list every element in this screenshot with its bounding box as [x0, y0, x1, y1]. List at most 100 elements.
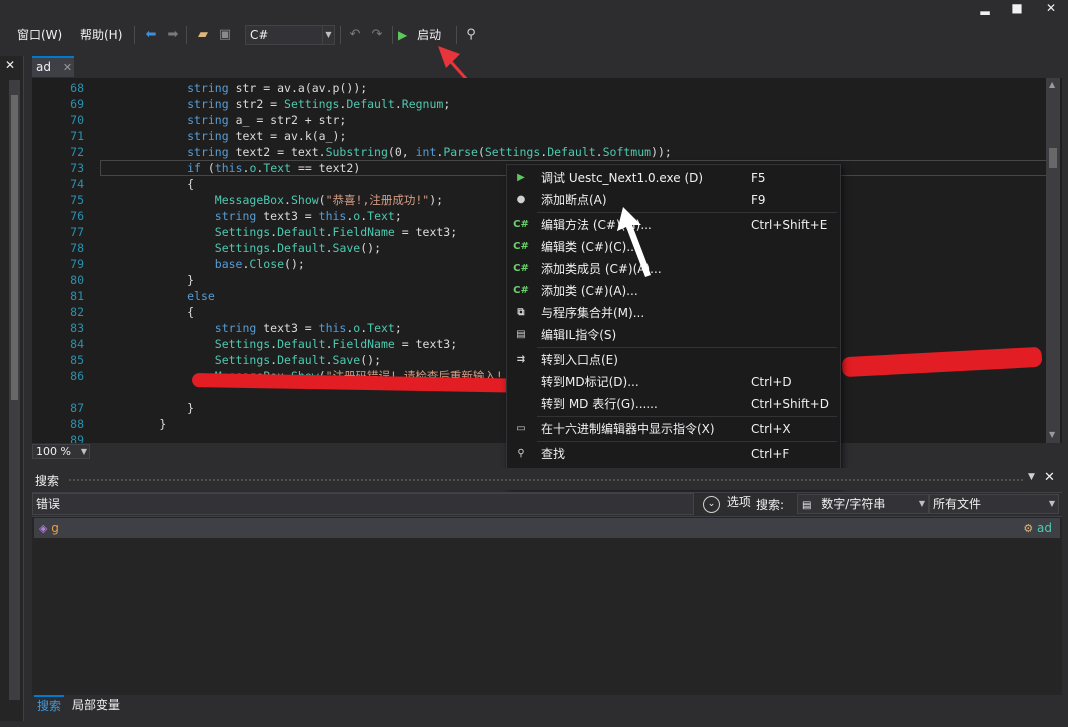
editor-scroll-thumb[interactable]	[1049, 148, 1057, 168]
context-menu-item-label: 添加类 (C#)(A)...	[541, 284, 638, 298]
code-text: base.Close();	[214, 257, 305, 271]
dropdown-icon[interactable]: ▼	[1028, 472, 1035, 482]
result-name: g	[51, 521, 59, 535]
code-line[interactable]: 71 string text = av.k(a_);	[32, 128, 1042, 144]
line-number: 84	[70, 337, 84, 351]
play-icon: ▶	[398, 28, 408, 42]
back-icon[interactable]: ⬅	[142, 26, 160, 44]
search-icon: ⚲	[517, 448, 525, 459]
panel-grip[interactable]	[68, 478, 1023, 483]
code-text: Settings.Default.Save();	[214, 353, 381, 367]
chevron-down-icon: ▼	[80, 447, 87, 456]
code-line[interactable]: 70 string a_ = str2 + str;	[32, 112, 1042, 128]
context-menu-item[interactable]: ⇉ 转到入口点(E)	[507, 349, 840, 371]
context-menu-item[interactable]: ▤ 编辑IL指令(S)	[507, 324, 840, 346]
code-text: }	[104, 273, 195, 287]
code-line[interactable]: 72 string text2 = text.Substring(0, int.…	[32, 144, 1042, 160]
search-result-row[interactable]: ◈ g ⚙ ad	[34, 518, 1060, 538]
tab-locals[interactable]: 局部变量	[72, 697, 120, 715]
search-scope-select[interactable]: 所有文件 ▼	[929, 494, 1059, 514]
context-menu-item[interactable]: ● 添加断点(A) F9	[507, 189, 840, 211]
toolbar-separator	[340, 26, 341, 44]
context-menu-shortcut: F9	[751, 193, 766, 207]
tab-search[interactable]: 搜索	[34, 695, 65, 715]
context-menu-shortcut: Ctrl+Shift+D	[751, 397, 829, 411]
toolbar-separator	[392, 26, 393, 44]
line-number: 85	[70, 353, 84, 367]
open-folder-icon[interactable]: ▰	[194, 26, 212, 44]
maximize-button[interactable]: ■	[1002, 0, 1032, 18]
redo-icon[interactable]: ↷	[368, 26, 386, 44]
chevron-down-icon: ▼	[918, 499, 925, 508]
close-window-button[interactable]: ✕	[1036, 0, 1066, 18]
search-results	[32, 516, 1062, 696]
line-number: 87	[70, 401, 84, 415]
context-menu-item[interactable]: 转到 MD 表行(G)...... Ctrl+Shift+D	[507, 393, 840, 415]
code-text: Settings.Default.FieldName = text3;	[214, 225, 458, 239]
line-number: 89	[70, 433, 84, 443]
context-menu-item[interactable]: C# 编辑类 (C#)(C)...	[507, 236, 840, 258]
code-text: {	[104, 177, 195, 191]
menu-window[interactable]: 窗口(W)	[17, 26, 62, 44]
close-icon[interactable]: ✕	[63, 61, 72, 74]
code-text: }	[104, 417, 167, 431]
menu-separator	[537, 212, 837, 213]
toolbar-separator	[134, 26, 135, 44]
language-select[interactable]: C# ▼	[245, 25, 335, 45]
line-number: 72	[70, 145, 84, 159]
options-label: 选项	[726, 495, 751, 509]
line-number: 71	[70, 129, 84, 143]
class-icon: ⚙	[1023, 522, 1034, 535]
context-menu-item-label: 转到入口点(E)	[541, 353, 618, 367]
close-icon[interactable]: ✕	[1044, 470, 1055, 485]
chevron-down-icon: ⌄	[703, 496, 720, 513]
code-text: string text = av.k(a_);	[187, 129, 347, 143]
context-menu-item-label: 转到 MD 表行(G)......	[541, 397, 658, 411]
context-menu-item-label: 与程序集合并(M)...	[541, 306, 645, 320]
context-menu-item[interactable]: ⧉ 与程序集合并(M)...	[507, 302, 840, 324]
string-type-icon: ▤	[802, 500, 812, 511]
document-tab-label: ad	[36, 60, 51, 74]
minimize-button[interactable]: ▂	[970, 0, 1000, 18]
search-input[interactable]: 错误	[32, 493, 694, 515]
left-panel-scroll-thumb[interactable]	[11, 95, 18, 400]
context-menu-item[interactable]: 转到MD标记(D)... Ctrl+D	[507, 371, 840, 393]
context-menu-item[interactable]: ▭ 在十六进制编辑器中显示指令(X) Ctrl+X	[507, 418, 840, 440]
context-menu-item[interactable]: ⚲ 查找 Ctrl+F	[507, 443, 840, 465]
search-type-select[interactable]: ▤ 数字/字符串 ▼	[797, 494, 929, 514]
code-line[interactable]: 68 string str = av.a(av.p());	[32, 80, 1042, 96]
forward-icon[interactable]: ➡	[164, 26, 182, 44]
menu-help[interactable]: 帮助(H)	[80, 26, 122, 44]
csharp-icon: C#	[513, 241, 529, 252]
zoom-select[interactable]: 100 % ▼	[32, 444, 90, 459]
menu-toolbar-bar	[0, 22, 1068, 48]
scroll-down-icon[interactable]: ▼	[1049, 430, 1055, 439]
context-menu-item[interactable]: C# 添加类 (C#)(A)...	[507, 280, 840, 302]
undo-icon[interactable]: ↶	[346, 26, 364, 44]
play-icon: ▶	[517, 172, 525, 183]
hex-editor-icon: ▭	[516, 423, 526, 434]
search-type-label: 搜索:	[756, 498, 785, 512]
save-all-icon[interactable]: ▣	[216, 26, 234, 44]
search-scope-value: 所有文件	[933, 497, 982, 511]
context-menu-item[interactable]: ▶ 调试 Uestc_Next1.0.exe (D) F5	[507, 167, 840, 189]
context-menu-item[interactable]: C# 编辑方法 (C#)(M)... Ctrl+Shift+E	[507, 214, 840, 236]
breakpoint-icon: ●	[516, 194, 526, 205]
scroll-up-icon[interactable]: ▲	[1049, 80, 1055, 89]
csharp-icon: C#	[513, 263, 529, 274]
context-menu-item-label: 转到MD标记(D)...	[541, 375, 639, 389]
editor-scrollbar[interactable]	[1046, 78, 1060, 443]
code-text: {	[104, 305, 195, 319]
context-menu-shortcut: Ctrl+X	[751, 422, 791, 436]
line-number: 76	[70, 209, 84, 223]
code-line[interactable]: 69 string str2 = Settings.Default.Regnum…	[32, 96, 1042, 112]
toolbar-separator	[186, 26, 187, 44]
code-text: Settings.Default.Save();	[214, 241, 381, 255]
line-number: 74	[70, 177, 84, 191]
options-button[interactable]: ⌄ 选项	[703, 493, 751, 513]
result-location: ⚙ ad	[1023, 521, 1052, 535]
document-tab-ad[interactable]: ad ✕	[32, 56, 74, 77]
left-panel-close-icon[interactable]: ✕	[5, 58, 15, 72]
il-icon: ▤	[516, 329, 526, 340]
context-menu-item[interactable]: C# 添加类成员 (C#)(A)...	[507, 258, 840, 280]
